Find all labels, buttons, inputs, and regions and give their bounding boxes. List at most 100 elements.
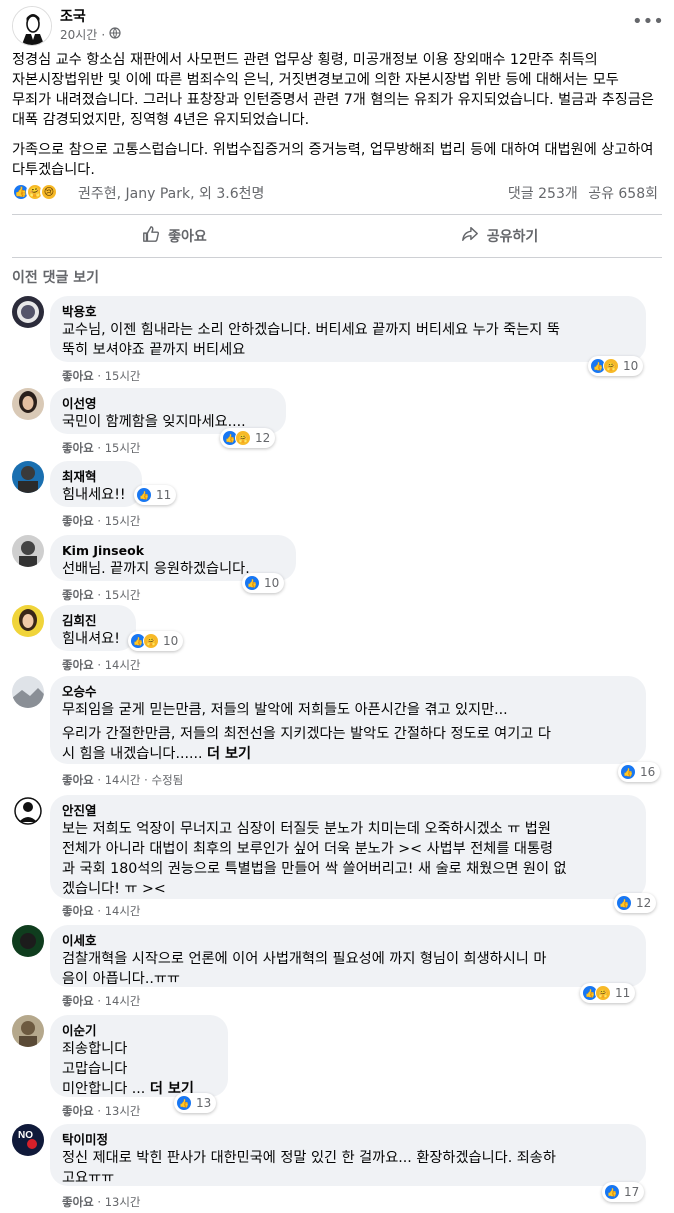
comment-text: 우리가 간절한만큼, 저들의 최전선을 지키겠다는 발악도 간절하다 정도로 여…: [62, 726, 551, 742]
comment-reactions[interactable]: 👍 🤗 12: [220, 428, 276, 448]
comment-bubble: 오승수 무죄임을 굳게 믿는만큼, 저들의 발악에 저희들도 아픈시간을 겪고 …: [50, 676, 646, 764]
post-actions: 좋아요 공유하기: [12, 214, 662, 258]
comment-reactions[interactable]: 👍 17: [602, 1182, 645, 1202]
commenter-name[interactable]: 이세호: [62, 933, 634, 949]
comment-text-line: 시 힘을 내겠습니다...... 더 보기: [62, 744, 634, 764]
like-reaction-icon: 👍: [620, 764, 636, 780]
comment-like-button[interactable]: 좋아요: [62, 904, 94, 918]
comment-reactions[interactable]: 👍 10: [242, 573, 285, 593]
reaction-count: 10: [163, 634, 179, 648]
comment-time[interactable]: 15시간: [105, 588, 141, 602]
comment-time[interactable]: 15시간: [105, 369, 141, 383]
reaction-names[interactable]: 권주현, Jany Park, 외 3.6천명: [78, 183, 264, 203]
share-button[interactable]: 공유하기: [337, 215, 662, 257]
comment-text: 힘내세요!!: [62, 487, 126, 503]
comment-time[interactable]: 13시간: [105, 1104, 141, 1118]
comment-like-button[interactable]: 좋아요: [62, 588, 94, 602]
avatar[interactable]: [12, 1015, 44, 1047]
author-name[interactable]: 조국: [60, 6, 86, 26]
share-count[interactable]: 공유 658회: [588, 186, 658, 202]
comment-text: 정신 제대로 박힌 판사가 대한민국에 정말 있긴 한 걸까요... 환장하겠습…: [62, 1150, 556, 1166]
comment-like-button[interactable]: 좋아요: [62, 441, 94, 455]
comment-like-button[interactable]: 좋아요: [62, 994, 94, 1008]
commenter-name[interactable]: Kim Jinseok: [62, 543, 284, 559]
commenter-name[interactable]: 안진열: [62, 803, 634, 819]
reaction-icons[interactable]: 👍 🤗 😢: [12, 183, 58, 201]
comment-like-button[interactable]: 좋아요: [62, 773, 94, 787]
avatar[interactable]: [12, 461, 44, 493]
care-reaction-icon: 🤗: [235, 430, 251, 446]
comment-like-button[interactable]: 좋아요: [62, 658, 94, 672]
comment-bubble: 김희진 힘내셔요!: [50, 605, 136, 651]
comment-reactions[interactable]: 👍 🤗 11: [580, 983, 636, 1003]
comment-text: 고요ㅠㅠ: [62, 1170, 115, 1186]
comment-reactions[interactable]: 👍 🤗 10: [588, 356, 644, 376]
comment-time[interactable]: 14시간: [105, 904, 141, 918]
care-reaction-icon: 🤗: [595, 985, 611, 1001]
comment-reactions[interactable]: 👍 12: [614, 893, 657, 913]
see-more-link[interactable]: 더 보기: [207, 746, 251, 762]
comment-reactions[interactable]: 👍 11: [134, 485, 177, 505]
avatar[interactable]: NO: [12, 1124, 44, 1156]
avatar[interactable]: [12, 535, 44, 567]
comment-bubble: 이순기 죄송합니다 고맙습니다 미안합니다 ... 더 보기: [50, 1015, 228, 1097]
avatar[interactable]: [12, 795, 44, 827]
comment-count[interactable]: 댓글 253개: [508, 186, 578, 202]
avatar[interactable]: [12, 605, 44, 637]
comment-time[interactable]: 14시간: [105, 658, 141, 672]
comment-text: 보는 저희도 억장이 무너지고 심장이 터질듯 분노가 치미는데 오죽하시겠소 …: [62, 821, 551, 837]
commenter-name[interactable]: 오승수: [62, 684, 634, 700]
edited-label: 수정됨: [151, 773, 184, 787]
commenter-name[interactable]: 이순기: [62, 1023, 216, 1039]
comment-time[interactable]: 15시간: [105, 514, 141, 528]
post-meta: 20시간 ·: [60, 26, 121, 43]
view-previous-comments-link[interactable]: 이전 댓글 보기: [12, 267, 99, 287]
author-avatar[interactable]: [12, 6, 52, 46]
comment-bubble: 이세호 검찰개혁을 시작으로 언론에 이어 사법개혁의 필요성에 까지 형님이 …: [50, 925, 646, 987]
comment-like-button[interactable]: 좋아요: [62, 1104, 94, 1118]
comment-time[interactable]: 14시간: [105, 994, 141, 1008]
commenter-name[interactable]: 탁이미정: [62, 1132, 634, 1148]
comment-time[interactable]: 15시간: [105, 441, 141, 455]
post-header: 조국 20시간 · •••: [12, 6, 664, 46]
like-reaction-icon: 👍: [244, 575, 260, 591]
comment-text: 미안합니다 ...: [62, 1081, 146, 1097]
like-button[interactable]: 좋아요: [12, 215, 337, 257]
commenter-name[interactable]: 최재혁: [62, 469, 130, 485]
more-options-button[interactable]: •••: [632, 12, 664, 36]
commenter-name[interactable]: 이선영: [62, 396, 274, 412]
comment-reactions[interactable]: 👍 16: [618, 762, 661, 782]
comment-meta: 좋아요 · 13시간: [62, 1104, 141, 1118]
comment-time[interactable]: 14시간: [105, 773, 141, 787]
comment-like-button[interactable]: 좋아요: [62, 369, 94, 383]
reaction-count: 10: [623, 359, 639, 373]
comment-text: 과 국회 180석의 권능으로 특별법을 만들어 싹 쓸어버리고! 새 술로 채…: [62, 861, 567, 877]
comment-text: 검찰개혁을 시작으로 언론에 이어 사법개혁의 필요성에 까지 형님이 희생하시…: [62, 951, 547, 967]
commenter-name[interactable]: 김희진: [62, 613, 124, 629]
share-arrow-icon: [461, 225, 479, 247]
post-paragraph: 정경심 교수 항소심 재판에서 사모펀드 관련 업무상 횡령, 미공개정보 이용…: [12, 52, 654, 128]
reaction-count: 17: [624, 1185, 640, 1199]
share-label: 공유하기: [486, 229, 539, 245]
avatar[interactable]: [12, 388, 44, 420]
reaction-count: 16: [640, 765, 656, 779]
comment-meta: 좋아요 · 15시간: [62, 369, 141, 383]
post-body: 정경심 교수 항소심 재판에서 사모펀드 관련 업무상 횡령, 미공개정보 이용…: [12, 50, 662, 190]
reaction-count: 10: [264, 576, 280, 590]
post-paragraph: 가족으로 참으로 고통스럽습니다. 위법수집증거의 증거능력, 업무방해죄 법리…: [12, 142, 654, 178]
comment-meta: 좋아요 · 15시간: [62, 441, 141, 455]
thumbs-up-icon: [142, 225, 160, 247]
comment-like-button[interactable]: 좋아요: [62, 1195, 94, 1209]
like-reaction-icon: 👍: [604, 1184, 620, 1200]
avatar[interactable]: [12, 925, 44, 957]
comment-meta: 좋아요 · 14시간 · 수정됨: [62, 773, 184, 787]
comment-time[interactable]: 13시간: [105, 1195, 141, 1209]
avatar[interactable]: [12, 676, 44, 708]
post-time[interactable]: 20시간: [60, 26, 97, 43]
comment-reactions[interactable]: 👍 13: [174, 1093, 217, 1113]
commenter-name[interactable]: 박용호: [62, 304, 634, 320]
comment-reactions[interactable]: 👍 🤗 10: [128, 631, 184, 651]
comment-meta: 좋아요 · 14시간: [62, 904, 141, 918]
comment-like-button[interactable]: 좋아요: [62, 514, 94, 528]
avatar[interactable]: [12, 296, 44, 328]
